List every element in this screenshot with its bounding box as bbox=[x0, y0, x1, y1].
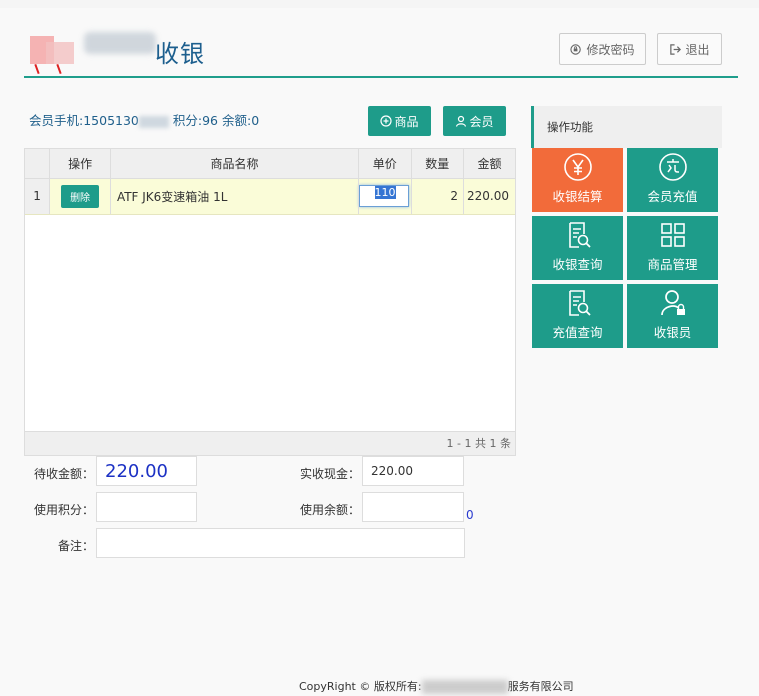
member-phone-label: 会员手机: bbox=[29, 113, 84, 128]
member-points: 积分:96 bbox=[172, 113, 219, 128]
change-password-label: 修改密码 bbox=[586, 42, 635, 57]
use-points-input[interactable] bbox=[96, 492, 197, 522]
table-row[interactable]: 1 删除 ATF JK6变速箱油 1L 110 2 220.00 bbox=[25, 178, 515, 215]
member-balance: 余额:0 bbox=[222, 113, 260, 128]
logout-label: 退出 bbox=[685, 42, 710, 57]
due-amount-value: 220.00 bbox=[105, 460, 168, 482]
logout-button[interactable]: 退出 bbox=[657, 33, 722, 65]
delete-button[interactable]: 删除 bbox=[61, 184, 100, 208]
member-info: 会员手机:1505130 积分:96 余额:0 bbox=[29, 110, 259, 129]
redacted-phone bbox=[138, 115, 169, 128]
recharge-query-label: 充值查询 bbox=[552, 325, 603, 340]
due-amount-field: 220.00 bbox=[96, 456, 197, 486]
side-panel-title: 操作功能 bbox=[531, 106, 722, 148]
recharge-query-tile[interactable]: 充值查询 bbox=[532, 284, 623, 348]
sales-query-label: 收银查询 bbox=[552, 257, 603, 272]
change-password-button[interactable]: 修改密码 bbox=[559, 33, 646, 65]
row-amount: 220.00 bbox=[463, 178, 515, 215]
cash-received-input[interactable]: 220.00 bbox=[362, 456, 464, 486]
footer-prefix: CopyRight © 版权所有: bbox=[299, 680, 422, 693]
page-title: 收银 bbox=[155, 40, 205, 68]
remark-label: 备注： bbox=[57, 539, 94, 553]
price-value: 110 bbox=[374, 186, 396, 199]
column-header-action: 操作 bbox=[49, 149, 111, 179]
logo bbox=[30, 34, 80, 75]
cash-received-label: 实收现金： bbox=[299, 467, 360, 481]
member-recharge-label: 会员充值 bbox=[647, 189, 698, 204]
add-product-button[interactable]: 商品 bbox=[368, 106, 431, 136]
redacted-company bbox=[421, 680, 508, 694]
column-header-name: 商品名称 bbox=[110, 149, 360, 179]
page: 收银 修改密码 退出 会员手机:1505130 积分:96 余额:0 商品 会员 … bbox=[0, 8, 759, 696]
add-product-label: 商品 bbox=[394, 114, 419, 129]
row-price-cell: 110 bbox=[358, 178, 412, 215]
footer-suffix: 服务有限公司 bbox=[507, 680, 574, 693]
column-header-amount: 金额 bbox=[463, 149, 515, 179]
user-lock-icon bbox=[660, 290, 685, 316]
cart-table: 操作 商品名称 单价 数量 金额 1 删除 ATF JK6变速箱油 1L 110 bbox=[24, 148, 516, 456]
row-qty: 2 bbox=[411, 178, 465, 215]
header-divider bbox=[24, 76, 738, 78]
price-input[interactable]: 110 bbox=[359, 185, 410, 207]
checkout-label: 收银结算 bbox=[552, 189, 603, 204]
member-phone: 1505130 bbox=[83, 113, 139, 128]
row-product-name: ATF JK6变速箱油 1L bbox=[110, 178, 360, 215]
checkout-tile[interactable]: 收银结算 bbox=[532, 148, 623, 212]
pager: 1 - 1 共 1 条 bbox=[25, 431, 515, 455]
redacted-title bbox=[84, 32, 156, 54]
cashier-tile[interactable]: 收银员 bbox=[627, 284, 718, 348]
logout-icon bbox=[670, 43, 682, 55]
sales-query-tile[interactable]: 收银查询 bbox=[532, 216, 623, 280]
column-header-qty: 数量 bbox=[411, 149, 465, 179]
column-header-index bbox=[25, 149, 51, 179]
use-points-label: 使用积分： bbox=[33, 503, 94, 517]
plus-circle-icon bbox=[380, 115, 393, 127]
row-index: 1 bbox=[25, 178, 51, 215]
user-icon bbox=[456, 115, 467, 127]
document-search-icon bbox=[568, 290, 591, 316]
available-balance: 0 bbox=[466, 508, 474, 522]
table-header-row: 操作 商品名称 单价 数量 金额 bbox=[25, 149, 515, 179]
use-balance-label: 使用余额： bbox=[299, 503, 360, 517]
footer-copyright: CopyRight © 版权所有: 服务有限公司 bbox=[299, 678, 574, 694]
grid-icon bbox=[660, 223, 685, 247]
document-search-icon bbox=[568, 222, 591, 248]
yen-icon bbox=[563, 153, 592, 181]
member-recharge-tile[interactable]: 会员充值 bbox=[627, 148, 718, 212]
row-action-cell: 删除 bbox=[49, 178, 111, 215]
product-management-label: 商品管理 bbox=[647, 257, 698, 272]
due-amount-label: 待收金额： bbox=[33, 467, 94, 481]
select-member-label: 会员 bbox=[469, 114, 494, 129]
key-lock-icon bbox=[570, 43, 582, 55]
cashier-label: 收银员 bbox=[653, 325, 692, 340]
use-balance-input[interactable] bbox=[362, 492, 464, 522]
remark-input[interactable] bbox=[96, 528, 465, 558]
select-member-button[interactable]: 会员 bbox=[443, 106, 506, 136]
recharge-icon bbox=[658, 153, 687, 181]
product-management-tile[interactable]: 商品管理 bbox=[627, 216, 718, 280]
column-header-price: 单价 bbox=[358, 149, 412, 179]
